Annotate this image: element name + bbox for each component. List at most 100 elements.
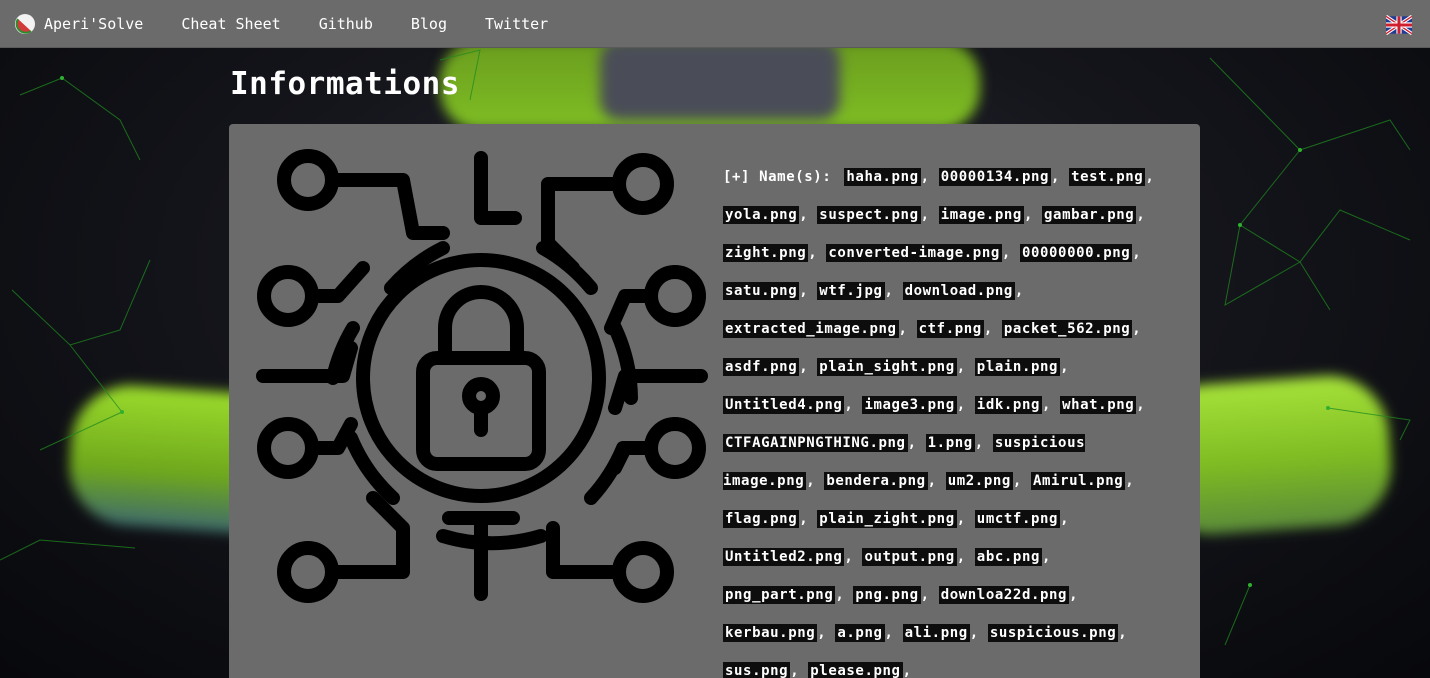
filename-item: png.png [853, 586, 921, 604]
filename-separator: , [884, 283, 903, 299]
filename-item: bendera.png [824, 472, 928, 490]
filename-separator: , [799, 283, 818, 299]
filename-item: CTFAGAINPNGTHING.png [723, 434, 908, 452]
filename-separator: , [927, 473, 946, 489]
filename-item: 00000000.png [1019, 244, 1133, 262]
filename-separator: , [1014, 283, 1024, 299]
filename-item: image.png [938, 206, 1024, 224]
names-label: [+] Name(s): [723, 169, 832, 185]
filename-separator: , [799, 511, 818, 527]
filename-item: plain_zight.png [817, 510, 957, 528]
nav-link-cheat-sheet[interactable]: Cheat Sheet [181, 15, 280, 33]
filename-separator: , [1125, 473, 1135, 489]
filename-item: converted-image.png [826, 244, 1002, 262]
filename-separator: , [799, 207, 818, 223]
filename-separator: , [1001, 245, 1020, 261]
filename-separator: , [1118, 625, 1128, 641]
filename-item: asdf.png [723, 358, 800, 376]
filename-item: image3.png [862, 396, 957, 414]
filename-separator: , [1136, 207, 1146, 223]
filename-separator: , [808, 245, 827, 261]
filename-item: a.png [835, 624, 885, 642]
filename-separator: , [844, 397, 863, 413]
filename-separator: , [1042, 549, 1052, 565]
filename-separator: , [974, 435, 993, 451]
filename-separator: , [790, 663, 809, 678]
filename-item: downloa22d.png [938, 586, 1070, 604]
filename-separator: , [969, 625, 988, 641]
filename-item: haha.png [844, 168, 921, 186]
filename-item: satu.png [723, 282, 800, 300]
filename-item: suspicious.png [987, 624, 1119, 642]
filename-item: yola.png [723, 206, 800, 224]
filename-separator: , [835, 587, 854, 603]
filename-item: kerbau.png [723, 624, 818, 642]
filename-separator: , [956, 549, 975, 565]
filename-separator: , [817, 625, 836, 641]
filename-separator: , [1132, 245, 1142, 261]
nav-link-twitter[interactable]: Twitter [485, 15, 548, 33]
uk-flag-icon[interactable] [1386, 15, 1412, 35]
filename-item: extracted_image.png [723, 320, 899, 338]
filename-separator: , [956, 397, 975, 413]
filename-separator: , [920, 207, 939, 223]
cyber-lock-icon [253, 148, 709, 604]
filename-item: abc.png [974, 548, 1042, 566]
filename-item: gambar.png [1042, 206, 1137, 224]
filename-separator: , [1132, 321, 1142, 337]
filename-separator: , [907, 435, 926, 451]
brand-link[interactable]: Aperi'Solve [14, 13, 143, 35]
filename-item: what.png [1060, 396, 1137, 414]
filename-item: wtf.jpg [817, 282, 885, 300]
filename-item: download.png [902, 282, 1015, 300]
filename-item: Untitled4.png [723, 396, 845, 414]
nav-link-github[interactable]: Github [319, 15, 373, 33]
filename-separator: , [1012, 473, 1031, 489]
filename-item: ali.png [902, 624, 970, 642]
filename-separator: , [1051, 169, 1070, 185]
filename-item: zight.png [723, 244, 809, 262]
filename-item: plain_sight.png [817, 358, 957, 376]
filename-separator: , [1060, 359, 1070, 375]
nav-link-blog[interactable]: Blog [411, 15, 447, 33]
top-navbar: Aperi'Solve Cheat Sheet Github Blog Twit… [0, 0, 1430, 48]
filename-item: umctf.png [974, 510, 1061, 528]
filename-item: ctf.png [916, 320, 984, 338]
filename-separator: , [1136, 397, 1146, 413]
filename-item: Untitled2.png [723, 548, 845, 566]
filename-item: png_part.png [723, 586, 836, 604]
filename-item: 00000134.png [938, 168, 1052, 186]
filename-item: suspect.png [817, 206, 921, 224]
filename-separator: , [920, 587, 939, 603]
section-title: Informations [230, 66, 460, 102]
filename-item: idk.png [974, 396, 1042, 414]
filename-separator: , [884, 625, 903, 641]
filename-item: Amirul.png [1030, 472, 1126, 490]
filename-separator: , [844, 549, 863, 565]
watermelon-logo-icon [15, 13, 35, 34]
filename-item: packet_562.png [1001, 320, 1133, 338]
filename-separator: , [1023, 207, 1043, 223]
filename-item: sus.png [723, 662, 791, 678]
filename-separator: , [1042, 397, 1061, 413]
filename-item: plain.png [974, 358, 1061, 376]
filename-separator: , [956, 359, 975, 375]
filename-item: flag.png [723, 510, 800, 528]
info-panel: [+] Name(s): haha.png, 00000134.png, tes… [229, 124, 1200, 678]
filename-separator: , [1145, 169, 1155, 185]
filename-separator: , [1069, 587, 1079, 603]
filename-item: 1.png [925, 434, 975, 452]
brand-name: Aperi'Solve [44, 14, 144, 33]
filename-item: please.png [808, 662, 903, 678]
filename-separator: , [956, 511, 975, 527]
filename-item: output.png [862, 548, 957, 566]
filename-separator: , [983, 321, 1002, 337]
filenames-list: [+] Name(s): haha.png, 00000134.png, tes… [723, 158, 1163, 678]
filename-separator: , [1060, 511, 1070, 527]
filename-separator: , [806, 473, 825, 489]
filename-separator: , [920, 169, 939, 185]
filename-separator: , [898, 321, 917, 337]
filename-separator: , [902, 663, 912, 678]
filename-separator: , [799, 359, 818, 375]
filename-item: test.png [1069, 168, 1146, 186]
